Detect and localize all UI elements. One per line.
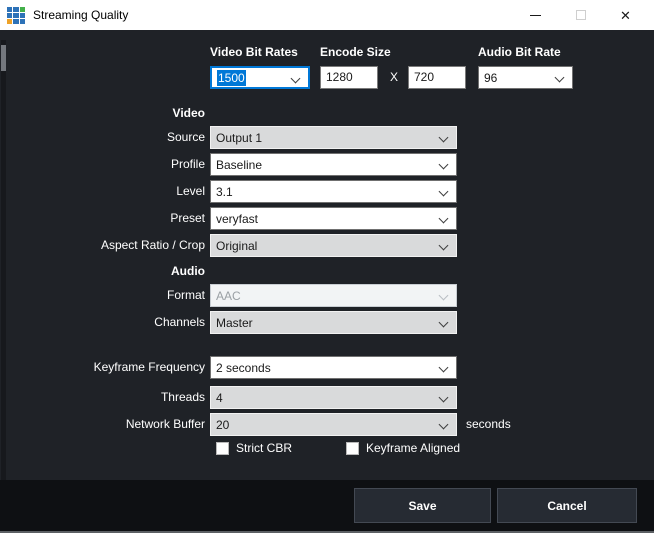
titlebar: Streaming Quality ✕ <box>0 0 654 30</box>
audio-bit-rate-select[interactable]: 96 <box>478 66 573 89</box>
save-button[interactable]: Save <box>354 488 491 523</box>
encode-width-input[interactable]: 1280 <box>320 66 378 89</box>
audio-bit-rate-value: 96 <box>484 70 498 85</box>
video-bit-rate-value: 1500 <box>217 69 246 86</box>
close-button[interactable]: ✕ <box>603 0 648 30</box>
dialog-footer: Save Cancel <box>0 480 654 533</box>
network-buffer-suffix: seconds <box>466 417 511 431</box>
profile-value: Baseline <box>216 157 263 172</box>
chevron-down-icon <box>438 392 449 403</box>
keyframe-aligned-label: Keyframe Aligned <box>366 441 461 455</box>
aspect-ratio-value: Original <box>216 238 258 253</box>
format-value: AAC <box>216 288 241 303</box>
streaming-quality-dialog: Streaming Quality ✕ Video Bit Rates Enco… <box>0 0 654 533</box>
strict-cbr-label: Strict CBR <box>236 441 293 455</box>
network-buffer-label: Network Buffer <box>125 417 205 431</box>
keyframe-frequency-select[interactable]: 2 seconds <box>210 356 457 379</box>
encode-height-input[interactable]: 720 <box>408 66 466 89</box>
chevron-down-icon <box>290 73 301 84</box>
video-bit-rates-label: Video Bit Rates <box>210 45 298 59</box>
format-row: Format AAC <box>0 284 654 307</box>
source-label: Source <box>166 130 205 144</box>
encode-size-label: Encode Size <box>320 45 391 59</box>
network-buffer-row: Network Buffer 20 seconds <box>0 413 654 436</box>
encode-size-separator: X <box>389 70 398 84</box>
chevron-down-icon <box>438 159 449 170</box>
channels-value: Master <box>216 315 253 330</box>
threads-row: Threads 4 <box>0 386 654 409</box>
minimize-button[interactable] <box>513 0 558 30</box>
preset-row: Preset veryfast <box>0 207 654 230</box>
chevron-down-icon <box>438 132 449 143</box>
threads-select[interactable]: 4 <box>210 386 457 409</box>
keyframe-aligned-checkbox[interactable] <box>346 442 359 455</box>
chevron-down-icon <box>438 317 449 328</box>
channels-label: Channels <box>154 315 205 329</box>
threads-label: Threads <box>160 390 205 404</box>
window-title: Streaming Quality <box>33 8 129 22</box>
source-row: Source Output 1 <box>0 126 654 149</box>
source-select[interactable]: Output 1 <box>210 126 457 149</box>
cancel-button[interactable]: Cancel <box>497 488 637 523</box>
strict-cbr-checkbox[interactable] <box>216 442 229 455</box>
dialog-body: Video Bit Rates Encode Size Audio Bit Ra… <box>0 30 654 508</box>
level-label: Level <box>176 184 205 198</box>
maximize-button[interactable] <box>558 0 603 30</box>
profile-row: Profile Baseline <box>0 153 654 176</box>
aspect-ratio-label: Aspect Ratio / Crop <box>100 238 205 252</box>
maximize-icon <box>575 10 586 20</box>
chevron-down-icon <box>438 290 449 301</box>
chevron-down-icon <box>438 213 449 224</box>
aspect-ratio-row: Aspect Ratio / Crop Original <box>0 234 654 257</box>
level-value: 3.1 <box>216 184 233 199</box>
audio-section-header: Audio <box>171 264 205 278</box>
chevron-down-icon <box>554 72 565 83</box>
chevron-down-icon <box>438 362 449 373</box>
keyframe-frequency-row: Keyframe Frequency 2 seconds <box>0 356 654 379</box>
chevron-down-icon <box>438 419 449 430</box>
close-icon: ✕ <box>620 7 631 23</box>
profile-select[interactable]: Baseline <box>210 153 457 176</box>
format-label: Format <box>166 288 205 302</box>
keyframe-frequency-label: Keyframe Frequency <box>93 360 205 374</box>
preset-value: veryfast <box>216 211 259 226</box>
video-section-header: Video <box>172 106 205 120</box>
preset-select[interactable]: veryfast <box>210 207 457 230</box>
audio-bit-rate-label: Audio Bit Rate <box>478 45 561 59</box>
level-select[interactable]: 3.1 <box>210 180 457 203</box>
format-select: AAC <box>210 284 457 307</box>
threads-value: 4 <box>216 390 223 405</box>
video-bit-rate-select[interactable]: 1500 <box>210 66 310 89</box>
source-value: Output 1 <box>216 130 263 145</box>
preset-label: Preset <box>170 211 205 225</box>
minimize-icon <box>530 14 541 16</box>
aspect-ratio-select[interactable]: Original <box>210 234 457 257</box>
chevron-down-icon <box>438 186 449 197</box>
network-buffer-select[interactable]: 20 <box>210 413 457 436</box>
channels-row: Channels Master <box>0 311 654 334</box>
window-controls: ✕ <box>513 0 654 30</box>
network-buffer-value: 20 <box>216 417 230 432</box>
channels-select[interactable]: Master <box>210 311 457 334</box>
keyframe-frequency-value: 2 seconds <box>216 360 271 375</box>
left-scrollbar-thumb[interactable] <box>1 45 6 71</box>
profile-label: Profile <box>170 157 205 171</box>
chevron-down-icon <box>438 240 449 251</box>
grid-logo-icon <box>7 6 25 24</box>
level-row: Level 3.1 <box>0 180 654 203</box>
